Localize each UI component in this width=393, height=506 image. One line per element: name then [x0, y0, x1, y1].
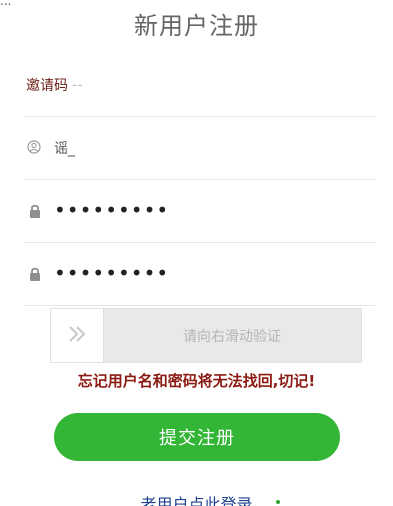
- invite-code-value: --: [72, 77, 84, 93]
- lock-icon: [26, 202, 44, 220]
- password-value: •••••••••: [54, 198, 170, 222]
- existing-user-login-link[interactable]: 老用户点此登录: [0, 491, 393, 506]
- username-value: 谣_: [54, 141, 75, 157]
- invite-code-label: 邀请码: [26, 78, 68, 94]
- status-dot: [276, 500, 280, 504]
- invite-code-field[interactable]: 邀请码 --: [24, 54, 376, 117]
- lock-icon: [26, 265, 44, 283]
- slider-handle[interactable]: [51, 309, 104, 362]
- username-field[interactable]: 谣_: [24, 117, 376, 180]
- forgot-warning: 忘记用户名和密码将无法找回,切记!: [77, 372, 316, 390]
- page-title: 新用户注册: [134, 12, 259, 40]
- registration-page: ... 新用户注册 邀请码 -- 谣_ ••••••••• ••••••••• …: [0, 0, 393, 506]
- slide-verification[interactable]: 请向右滑动验证: [50, 308, 362, 363]
- confirm-password-value: •••••••••: [54, 261, 170, 285]
- confirm-password-field[interactable]: •••••••••: [24, 243, 376, 306]
- user-icon: [26, 139, 44, 157]
- password-field[interactable]: •••••••••: [24, 180, 376, 243]
- submit-registration-button[interactable]: 提交注册: [54, 413, 340, 461]
- double-chevron-right-icon: [65, 324, 89, 348]
- slider-instruction: 请向右滑动验证: [183, 328, 281, 345]
